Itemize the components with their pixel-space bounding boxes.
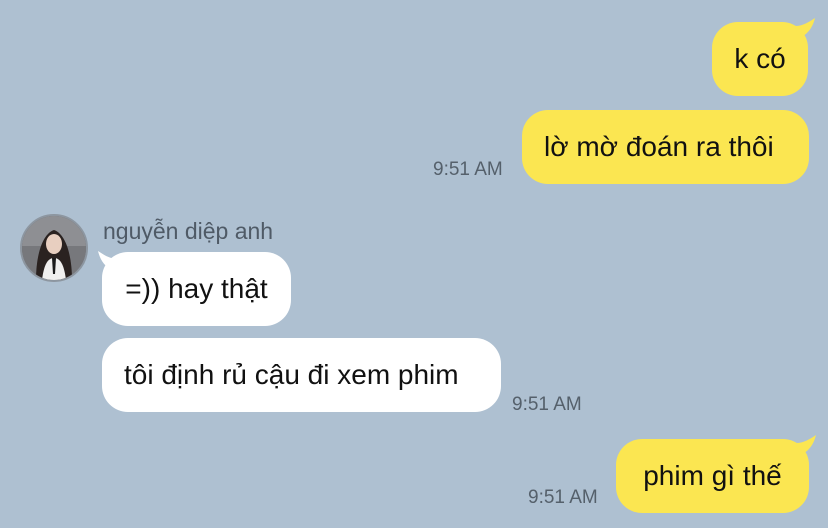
outgoing-message-bubble[interactable]: k có (712, 22, 808, 96)
contact-avatar[interactable] (20, 214, 88, 282)
sender-name: nguyễn diệp anh (103, 218, 274, 244)
bubble-tail-icon (795, 18, 815, 38)
message-text: tôi định rủ cậu đi xem phim (124, 359, 459, 390)
message-timestamp: 9:51 AM (528, 487, 598, 508)
message-timestamp: 9:51 AM (433, 159, 503, 180)
message-timestamp: 9:51 AM (512, 394, 582, 415)
message-text: lờ mờ đoán ra thôi (544, 131, 774, 162)
outgoing-message-bubble[interactable]: lờ mờ đoán ra thôi (522, 110, 809, 184)
incoming-message-bubble[interactable]: =)) hay thật (102, 252, 291, 326)
chat-conversation: k có lờ mờ đoán ra thôi 9:51 AM nguyễn d… (0, 0, 828, 528)
message-text: =)) hay thật (125, 273, 268, 304)
incoming-message-bubble[interactable]: tôi định rủ cậu đi xem phim (102, 338, 501, 412)
message-text: k có (734, 43, 786, 74)
outgoing-message-bubble[interactable]: phim gì thế (616, 439, 809, 513)
message-text: phim gì thế (643, 460, 782, 491)
bubble-tail-icon (796, 435, 816, 455)
profile-photo-avatar-icon (22, 216, 86, 280)
